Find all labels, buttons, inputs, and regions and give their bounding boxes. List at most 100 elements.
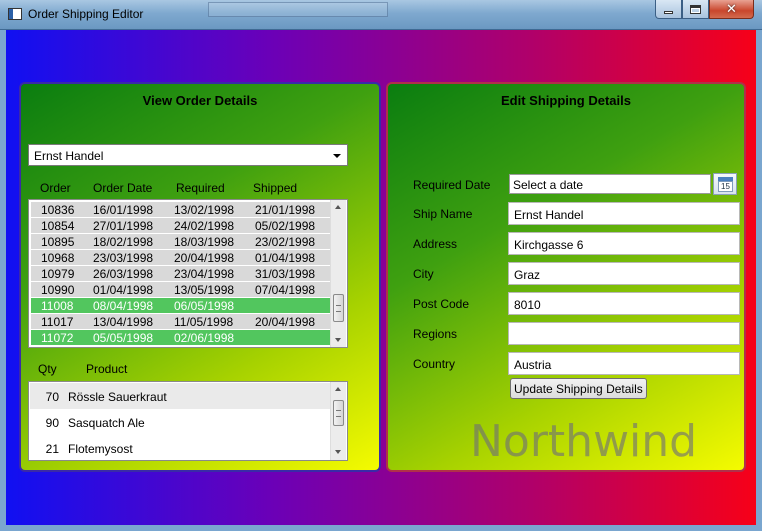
- order-required: 13/05/1998: [174, 283, 235, 297]
- order-required: 23/04/1998: [174, 267, 235, 281]
- order-date: 01/04/1998: [93, 283, 154, 297]
- ship-name-value: Ernst Handel: [514, 208, 584, 222]
- order-row[interactable]: 10895 18/02/1998 18/03/1998 23/02/1998: [31, 234, 330, 250]
- order-row-selected[interactable]: 11008 08/04/1998 06/05/1998: [31, 298, 330, 314]
- city-field[interactable]: Graz: [508, 262, 740, 285]
- label-required-date: Required Date: [413, 178, 491, 192]
- order-required: 02/06/1998: [174, 331, 235, 345]
- panel-title-view-order: View Order Details: [142, 93, 258, 108]
- order-row[interactable]: 10979 26/03/1998 23/04/1998 31/03/1998: [31, 266, 330, 282]
- close-button[interactable]: ✕: [709, 0, 754, 19]
- detail-product: Rössle Sauerkraut: [68, 390, 167, 404]
- detail-row[interactable]: 90 Sasquatch Ale: [30, 409, 331, 435]
- column-header-order-date[interactable]: Order Date: [93, 181, 152, 195]
- address-value: Kirchgasse 6: [514, 238, 584, 252]
- order-id: 10990: [41, 283, 75, 297]
- order-shipped: 21/01/1998: [255, 203, 316, 217]
- maximize-button[interactable]: [682, 0, 709, 19]
- minimize-icon: [664, 10, 673, 14]
- detail-qty: 21: [45, 442, 59, 456]
- calendar-day: 15: [718, 181, 733, 192]
- order-id: 11017: [41, 315, 74, 329]
- label-country: Country: [413, 357, 456, 371]
- edit-shipping-details-panel: Edit Shipping Details Required Date Sele…: [386, 82, 746, 472]
- scroll-down-icon[interactable]: [335, 450, 341, 454]
- order-shipped: 20/04/1998: [255, 315, 316, 329]
- order-id: 10979: [41, 267, 75, 281]
- order-id: 11072: [41, 331, 74, 345]
- order-row[interactable]: 10990 01/04/1998 13/05/1998 07/04/1998: [31, 282, 330, 298]
- column-header-required[interactable]: Required: [176, 181, 225, 195]
- required-date-picker[interactable]: Select a date: [509, 174, 711, 194]
- required-date-placeholder: Select a date: [513, 178, 584, 192]
- window-title: Order Shipping Editor: [28, 7, 144, 21]
- detail-product: Sasquatch Ale: [68, 416, 145, 430]
- column-header-shipped[interactable]: Shipped: [253, 181, 297, 195]
- order-shipped: 23/02/1998: [255, 235, 316, 249]
- maximize-icon: [690, 4, 701, 14]
- order-shipped: 01/04/1998: [255, 251, 316, 265]
- order-date: 27/01/1998: [93, 219, 154, 233]
- order-row[interactable]: 10968 23/03/1998 20/04/1998 01/04/1998: [31, 250, 330, 266]
- order-row[interactable]: 11017 13/04/1998 11/05/1998 20/04/1998: [31, 314, 330, 330]
- order-id: 10968: [41, 251, 75, 265]
- customer-combobox[interactable]: Ernst Handel: [28, 144, 348, 166]
- order-required: 11/05/1998: [174, 315, 234, 329]
- column-header-product[interactable]: Product: [86, 362, 127, 376]
- scroll-down-icon[interactable]: [335, 338, 341, 342]
- ship-name-field[interactable]: Ernst Handel: [508, 202, 740, 225]
- scroll-up-icon[interactable]: [335, 205, 341, 209]
- northwind-watermark: Northwind: [470, 416, 698, 467]
- order-id: 10895: [41, 235, 75, 249]
- order-row[interactable]: 10836 16/01/1998 13/02/1998 21/01/1998: [31, 202, 330, 218]
- window-frame-bottom: [0, 525, 762, 531]
- order-date: 23/03/1998: [93, 251, 154, 265]
- order-date: 18/02/1998: [93, 235, 154, 249]
- address-field[interactable]: Kirchgasse 6: [508, 232, 740, 255]
- label-ship-name: Ship Name: [413, 207, 473, 221]
- country-field[interactable]: Austria: [508, 352, 740, 375]
- window-frame-right: [756, 30, 762, 531]
- details-scroll-thumb[interactable]: [333, 400, 344, 426]
- order-required: 13/02/1998: [174, 203, 235, 217]
- order-shipped: 31/03/1998: [255, 267, 316, 281]
- minimize-button[interactable]: [655, 0, 682, 19]
- label-city: City: [413, 267, 434, 281]
- order-date: 05/05/1998: [93, 331, 154, 345]
- order-row[interactable]: 10854 27/01/1998 24/02/1998 05/02/1998: [31, 218, 330, 234]
- order-row-selected[interactable]: 11072 05/05/1998 02/06/1998: [31, 330, 330, 346]
- details-scrollbar[interactable]: [330, 382, 346, 460]
- detail-product: Flotemysost: [68, 442, 133, 456]
- orders-list[interactable]: 10836 16/01/1998 13/02/1998 21/01/1998 1…: [28, 199, 348, 348]
- orders-scroll-thumb[interactable]: [333, 294, 344, 322]
- post-code-field[interactable]: 8010: [508, 292, 740, 315]
- order-id: 10836: [41, 203, 75, 217]
- orders-scrollbar[interactable]: [330, 200, 346, 347]
- window-client-area: View Order Details Ernst Handel Order Or…: [6, 30, 756, 525]
- order-details-list[interactable]: 70 Rössle Sauerkraut 90 Sasquatch Ale 21…: [28, 381, 348, 461]
- order-id: 11008: [41, 299, 74, 313]
- label-address: Address: [413, 237, 458, 251]
- order-date: 13/04/1998: [93, 315, 154, 329]
- detail-qty: 90: [45, 416, 59, 430]
- city-value: Graz: [514, 268, 541, 282]
- panel-title-edit-shipping: Edit Shipping Details: [500, 93, 631, 108]
- detail-row[interactable]: 21 Flotemysost: [30, 435, 331, 460]
- window-titlebar[interactable]: Order Shipping Editor ✕: [0, 0, 762, 30]
- detail-row[interactable]: 70 Rössle Sauerkraut: [30, 383, 331, 409]
- background-window-ghost: [208, 2, 388, 17]
- column-header-qty[interactable]: Qty: [38, 362, 57, 376]
- order-required: 20/04/1998: [174, 251, 235, 265]
- update-shipping-button[interactable]: Update Shipping Details: [510, 378, 647, 399]
- scroll-up-icon[interactable]: [335, 387, 341, 391]
- regions-field[interactable]: [508, 322, 740, 345]
- chevron-down-icon[interactable]: [333, 154, 341, 158]
- order-shipped: 07/04/1998: [255, 283, 316, 297]
- calendar-button[interactable]: 15: [713, 173, 737, 195]
- country-value: Austria: [514, 358, 552, 372]
- order-required: 06/05/1998: [174, 299, 235, 313]
- customer-combobox-value: Ernst Handel: [34, 149, 104, 163]
- order-id: 10854: [41, 219, 75, 233]
- order-date: 16/01/1998: [93, 203, 154, 217]
- column-header-order[interactable]: Order: [40, 181, 71, 195]
